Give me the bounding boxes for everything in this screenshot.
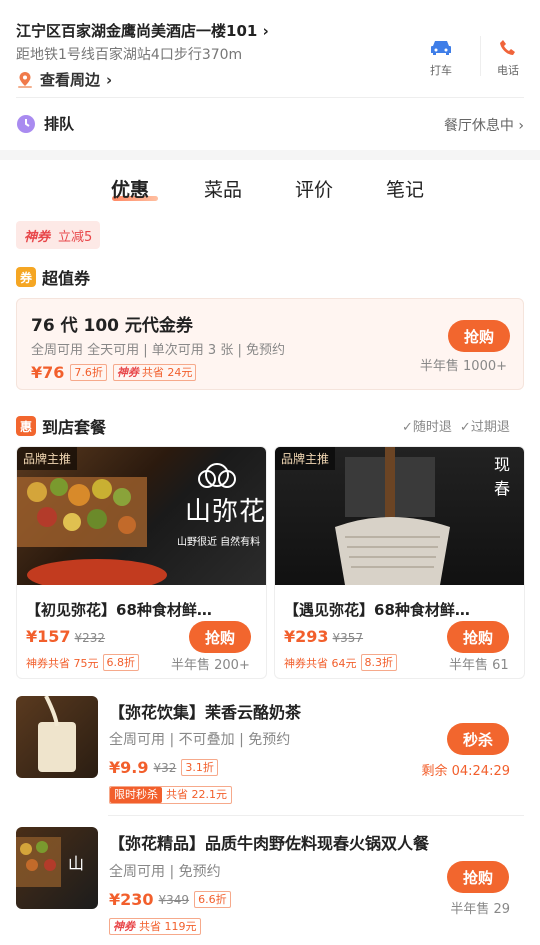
- section-divider: [0, 150, 540, 160]
- package-discount: 8.3折: [360, 654, 397, 671]
- package-original-price: ¥357: [332, 631, 364, 645]
- package-discount: 6.8折: [102, 654, 139, 671]
- item-image: [16, 696, 98, 778]
- flash-sale-tag: 限时秒杀: [110, 787, 162, 803]
- package-image: 山弥花 山野很近 自然有料 品牌主推: [17, 447, 267, 591]
- countdown: 剩余 04:24:29: [421, 764, 510, 779]
- package-image: 现春 品牌主推: [275, 447, 524, 585]
- car-icon: [431, 41, 451, 55]
- package-buy-button[interactable]: 抢购: [447, 621, 509, 653]
- package-card[interactable]: 现春 品牌主推 【遇见弥花】68种食材鲜… ¥293 ¥357 神券共省 64元…: [274, 446, 525, 679]
- queue-row[interactable]: 排队: [16, 113, 74, 134]
- voucher-title: 76 代 100 元代金券: [31, 316, 193, 336]
- refund-policy: ✓随时退 ✓过期退: [402, 420, 510, 435]
- flash-sale-button[interactable]: 秒杀: [447, 723, 509, 755]
- item-price: ¥230: [109, 890, 154, 909]
- metro-distance: 距地铁1号线百家湖站4口步行370m: [16, 47, 243, 63]
- coupon-tag[interactable]: 神券 立减5: [16, 221, 101, 249]
- item-desc: 全周可用 | 不可叠加 | 免预约: [109, 732, 291, 748]
- item-desc: 全周可用 | 免预约: [109, 864, 221, 880]
- list-item[interactable]: 【弥花饮集】茉香云酪奶茶 全周可用 | 不可叠加 | 免预约 ¥9.9 ¥32 …: [16, 696, 524, 806]
- voucher-buy-button[interactable]: 抢购: [448, 320, 510, 352]
- package-card[interactable]: 山弥花 山野很近 自然有料 品牌主推 【初见弥花】68种食材鲜… ¥157 ¥2…: [16, 446, 267, 679]
- package-price: ¥293: [284, 627, 329, 646]
- package-save: 神券共省 64元: [284, 656, 357, 670]
- item-original-price: ¥349: [158, 892, 190, 907]
- package-section-title: 惠 到店套餐: [16, 414, 106, 438]
- package-icon: 惠: [16, 416, 36, 436]
- brand-badge: 品牌主推: [275, 447, 336, 470]
- divider: [480, 36, 481, 76]
- tab-dishes[interactable]: 菜品: [204, 175, 242, 202]
- restaurant-status[interactable]: 餐厅休息中 ›: [444, 115, 524, 135]
- item-discount: 6.6折: [194, 891, 231, 908]
- voucher-sold: 半年售 1000+: [419, 359, 507, 374]
- voucher-icon: 券: [16, 267, 36, 287]
- package-original-price: ¥232: [74, 631, 106, 645]
- voucher-save: 神券 共省 24元: [112, 364, 197, 381]
- voucher-desc: 全周可用 全天可用 | 单次可用 3 张 | 免预约: [31, 343, 285, 358]
- item-discount: 3.1折: [181, 759, 218, 776]
- item-save: 共省 22.1元: [166, 788, 227, 801]
- divider: [108, 815, 524, 816]
- brand-badge: 品牌主推: [17, 447, 78, 470]
- check-icon: ✓: [402, 420, 413, 435]
- list-item[interactable]: 山 【弥花精品】品质牛肉野佐料现春火锅双人餐 全周可用 | 免预约 ¥230 ¥…: [16, 827, 524, 942]
- voucher-card[interactable]: 76 代 100 元代金券 全周可用 全天可用 | 单次可用 3 张 | 免预约…: [16, 298, 524, 390]
- taxi-button[interactable]: 打车: [421, 38, 461, 78]
- location-pin-icon: [18, 71, 32, 88]
- package-title: 【初见弥花】68种食材鲜…: [26, 601, 212, 619]
- package-sold: 半年售 61: [449, 658, 509, 673]
- phone-button[interactable]: 电话: [488, 38, 528, 78]
- item-buy-button[interactable]: 抢购: [447, 861, 509, 893]
- item-image: 山: [16, 827, 98, 909]
- divider: [16, 97, 524, 98]
- tab-offers[interactable]: 优惠: [111, 175, 149, 202]
- voucher-discount: 7.6折: [70, 364, 107, 381]
- view-nearby-link[interactable]: 查看周边 ›: [16, 69, 112, 90]
- tab-notes[interactable]: 笔记: [386, 175, 424, 202]
- item-sold: 半年售 29: [450, 902, 510, 917]
- item-price: ¥9.9: [109, 758, 149, 777]
- corner-text: 现春: [494, 455, 511, 498]
- package-title: 【遇见弥花】68种食材鲜…: [284, 601, 470, 619]
- store-address[interactable]: 江宁区百家湖金鹰尚美酒店一楼101 ›: [16, 20, 269, 41]
- phone-icon: [500, 40, 515, 55]
- item-title: 【弥花饮集】茉香云酪奶茶: [109, 703, 302, 722]
- package-sold: 半年售 200+: [171, 658, 250, 673]
- item-original-price: ¥32: [153, 760, 177, 775]
- brand-slogan: 山野很近 自然有料: [177, 537, 261, 548]
- check-icon: ✓: [459, 420, 471, 435]
- tab-reviews[interactable]: 评价: [295, 175, 333, 202]
- package-buy-button[interactable]: 抢购: [189, 621, 251, 653]
- package-price: ¥157: [26, 627, 71, 646]
- item-title: 【弥花精品】品质牛肉野佐料现春火锅双人餐: [109, 834, 430, 853]
- voucher-section-title: 券 超值券: [16, 265, 90, 289]
- svg-text:山: 山: [68, 854, 84, 873]
- brand-logo-text: 山弥花: [185, 497, 267, 527]
- package-save: 神券共省 75元: [26, 656, 99, 670]
- item-save: 神券 共省 119元: [109, 918, 201, 935]
- clock-icon: [17, 114, 35, 133]
- voucher-price: ¥76: [31, 363, 65, 382]
